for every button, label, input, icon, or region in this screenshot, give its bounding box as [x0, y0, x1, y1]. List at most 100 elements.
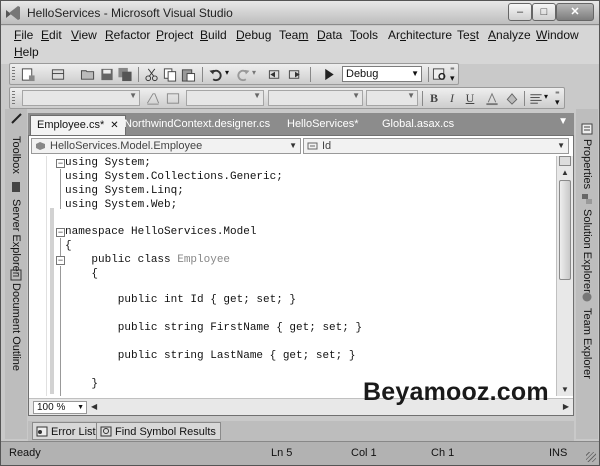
collapse-namespace-icon[interactable]: −	[56, 228, 65, 237]
background-color-icon[interactable]	[504, 91, 520, 106]
scroll-right-icon[interactable]: ▶	[563, 402, 569, 411]
code-editor: HelloServices.Model.Employee ▼ Id ▼ − − − …	[28, 135, 574, 416]
menu-edit[interactable]: Edit	[41, 28, 62, 42]
save-icon[interactable]	[99, 67, 115, 82]
italic-button[interactable]: I	[444, 90, 460, 106]
menu-analyze[interactable]: Analyze	[488, 28, 531, 42]
bottom-tool-tabs: Error List Find Symbol Results	[28, 421, 574, 441]
add-item-icon[interactable]	[50, 67, 66, 82]
save-all-icon[interactable]	[117, 67, 133, 82]
scroll-up-icon[interactable]: ▲	[561, 168, 569, 177]
font-name-select[interactable]: ▼	[186, 90, 264, 106]
code-line: using System.Web;	[65, 199, 178, 211]
menu-refactor[interactable]: Refactor	[105, 28, 150, 42]
tab-list-dropdown-icon[interactable]: ▼	[558, 116, 568, 127]
vertical-scrollbar[interactable]: ▲ ▼	[556, 156, 573, 396]
chevron-down-icon: ▼	[411, 69, 419, 78]
resize-grip[interactable]	[586, 452, 596, 462]
tab-find-symbol-results[interactable]: Find Symbol Results	[96, 422, 221, 440]
menu-project[interactable]: Project	[156, 28, 193, 42]
copy-icon[interactable]	[162, 67, 178, 82]
scroll-down-icon[interactable]: ▼	[561, 385, 569, 394]
tab-helloservices[interactable]: HelloServices*	[281, 115, 365, 135]
formatting-toolbar: ▼ ▼ ▼ ▼ B I U ▾ ⁼ ▾	[9, 87, 565, 109]
menu-test[interactable]: Test	[457, 28, 479, 42]
server-explorer-tab[interactable]: Server Explorer	[5, 193, 27, 281]
code-text-area[interactable]: − − − using System; using System.Collect…	[29, 156, 556, 396]
font-size-select[interactable]: ▼	[268, 90, 363, 106]
cut-icon[interactable]	[144, 67, 160, 82]
justify-dropdown[interactable]: ▾	[544, 92, 548, 101]
menu-build[interactable]: Build	[200, 28, 227, 42]
document-outline-tab[interactable]: Document Outline	[5, 281, 27, 373]
redo-icon[interactable]	[235, 67, 251, 82]
toolbox-tab[interactable]: Toolbox	[5, 127, 27, 183]
split-handle[interactable]	[559, 156, 571, 166]
toolbar-options-chevron-icon[interactable]: ⁼ ▾	[450, 66, 455, 83]
navigate-forward-icon[interactable]	[287, 67, 303, 82]
menu-debug[interactable]: Debug	[236, 28, 271, 42]
menu-file[interactable]: File	[14, 28, 33, 42]
solution-configuration-select[interactable]: Debug ▼	[342, 66, 422, 82]
paste-icon[interactable]	[180, 67, 196, 82]
chevron-down-icon: ▼	[289, 141, 297, 150]
bold-button[interactable]: B	[426, 90, 442, 106]
code-line: {	[65, 240, 72, 252]
team-explorer-tab[interactable]: Team Explorer	[576, 303, 598, 383]
chevron-down-icon: ▼	[253, 91, 261, 100]
properties-tab[interactable]: Properties	[576, 135, 598, 193]
type-dropdown[interactable]: HelloServices.Model.Employee ▼	[31, 138, 301, 154]
toolbar-grip[interactable]	[12, 67, 15, 82]
code-line: public string LastName { get; set; }	[65, 350, 356, 362]
menu-architecture[interactable]: Architecture	[388, 28, 452, 42]
navigate-backward-icon[interactable]	[267, 67, 283, 82]
status-char: Ch 1	[431, 447, 455, 459]
toolbar-grip[interactable]	[12, 91, 15, 106]
status-line: Ln 5	[271, 447, 293, 459]
menu-bar: File Edit View Refactor Project Build De…	[1, 26, 599, 64]
solution-explorer-tab[interactable]: Solution Explorer	[576, 205, 598, 297]
chevron-down-icon: ▼	[407, 91, 415, 100]
undo-icon[interactable]	[208, 67, 224, 82]
server-explorer-icon	[12, 182, 20, 192]
tab-employee-cs[interactable]: Employee.cs* ✕	[30, 115, 126, 135]
menu-window[interactable]: Window	[536, 28, 579, 42]
foreground-color-icon[interactable]	[484, 91, 500, 106]
properties-label: Properties	[581, 138, 593, 190]
tab-northwindcontext-designer[interactable]: NorthwindContext.designer.cs	[118, 115, 276, 135]
tab-error-list[interactable]: Error List	[32, 422, 101, 440]
maximize-button[interactable]: □	[532, 3, 556, 21]
scroll-left-icon[interactable]: ◀	[91, 402, 97, 411]
justify-icon[interactable]	[528, 91, 544, 106]
redo-dropdown[interactable]: ▾	[252, 68, 256, 77]
close-button[interactable]: ✕	[556, 3, 594, 21]
undo-dropdown[interactable]: ▾	[225, 68, 229, 77]
indicator-margin[interactable]	[29, 156, 47, 396]
member-dropdown[interactable]: Id ▼	[303, 138, 569, 154]
tab-label: Global.asax.cs	[382, 118, 455, 130]
open-file-icon[interactable]	[80, 67, 96, 82]
style-select[interactable]: ▼	[22, 90, 140, 106]
zoom-select[interactable]: 100 % ▼	[33, 401, 87, 414]
tab-global-asax[interactable]: Global.asax.cs	[376, 115, 460, 135]
tab-label: Find Symbol Results	[115, 426, 216, 438]
minimize-button[interactable]: –	[508, 3, 532, 21]
menu-data[interactable]: Data	[317, 28, 342, 42]
menu-team[interactable]: Team	[279, 28, 308, 42]
code-line: public string FirstName { get; set; }	[65, 322, 363, 334]
menu-tools[interactable]: Tools	[350, 28, 378, 42]
format-style-icon[interactable]	[145, 91, 161, 106]
start-debugging-icon[interactable]	[321, 67, 337, 82]
find-in-files-icon[interactable]	[432, 67, 448, 82]
toolbar-options-chevron-icon[interactable]: ⁼ ▾	[555, 90, 560, 107]
collapse-class-icon[interactable]: −	[56, 256, 65, 265]
menu-help[interactable]: Help	[14, 45, 39, 59]
element-select[interactable]: ▼	[366, 90, 418, 106]
new-project-icon[interactable]	[20, 67, 36, 82]
collapse-usings-icon[interactable]: −	[56, 159, 65, 168]
block-format-icon[interactable]	[165, 91, 181, 106]
tab-label: Error List	[51, 426, 96, 438]
menu-view[interactable]: View	[71, 28, 97, 42]
underline-button[interactable]: U	[462, 90, 478, 106]
scrollbar-thumb[interactable]	[559, 180, 571, 280]
